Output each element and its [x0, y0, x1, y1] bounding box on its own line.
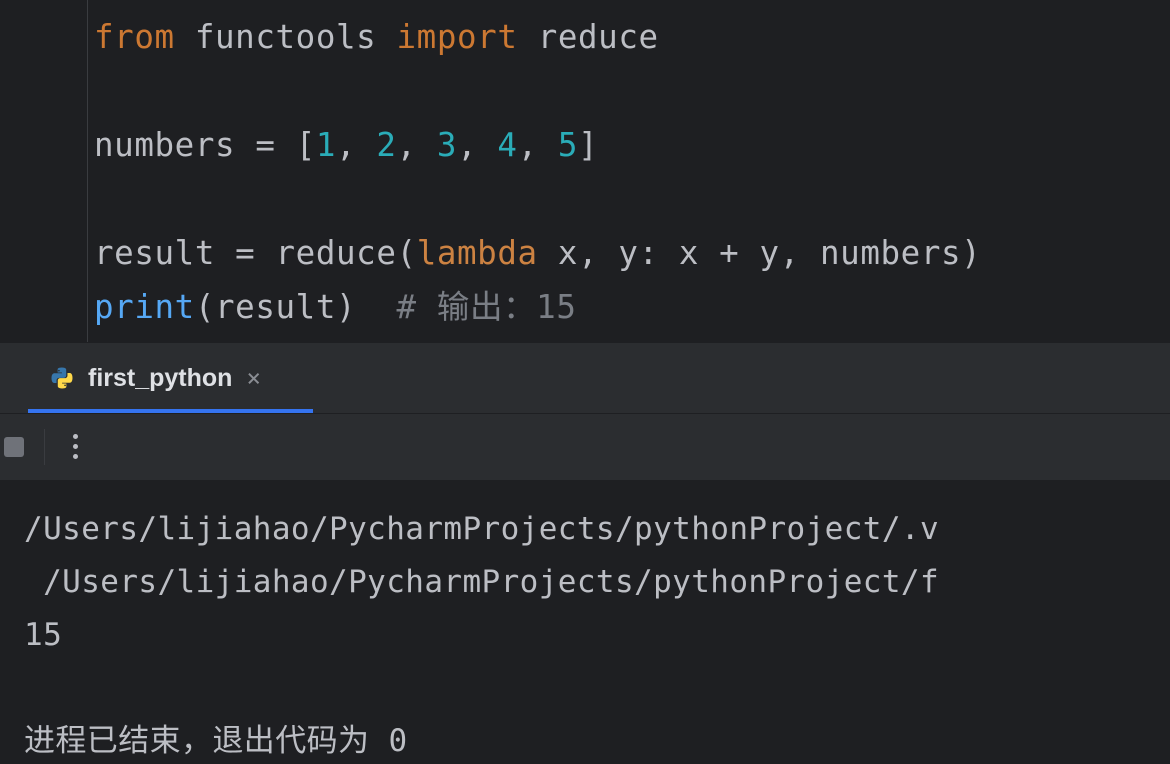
- more-icon[interactable]: [73, 434, 78, 459]
- keyword-lambda: lambda: [417, 234, 538, 272]
- bracket-close: ]: [578, 126, 598, 164]
- active-tab-underline: [28, 409, 313, 413]
- stop-icon[interactable]: [4, 437, 24, 457]
- op-eq: =: [235, 234, 255, 272]
- comma: ,: [457, 126, 477, 164]
- import-name: reduce: [538, 18, 659, 56]
- python-icon: [50, 366, 74, 390]
- call-reduce: reduce(: [276, 234, 417, 272]
- console-line: /Users/lijiahao/PycharmProjects/pythonPr…: [24, 511, 939, 547]
- lambda-body: x, y: x + y, numbers): [538, 234, 982, 272]
- toolbar-divider: [44, 429, 45, 465]
- close-icon[interactable]: ×: [246, 366, 260, 390]
- keyword-from: from: [94, 18, 175, 56]
- ide-window: from functools import reduce numbers = […: [0, 0, 1170, 764]
- keyword-import: import: [397, 18, 518, 56]
- bracket-open: [: [296, 126, 316, 164]
- editor-gutter: [0, 0, 88, 342]
- code-editor[interactable]: from functools import reduce numbers = […: [0, 0, 1170, 342]
- run-tab-label: first_python: [88, 364, 232, 393]
- num-literal: 5: [558, 126, 578, 164]
- num-literal: 4: [497, 126, 517, 164]
- console-line: /Users/lijiahao/PycharmProjects/pythonPr…: [24, 564, 939, 600]
- builtin-print: print: [94, 288, 195, 326]
- num-literal: 3: [437, 126, 457, 164]
- var-result: result: [94, 234, 215, 272]
- run-tab[interactable]: first_python ×: [50, 343, 297, 413]
- run-console[interactable]: /Users/lijiahao/PycharmProjects/pythonPr…: [0, 481, 1170, 764]
- code-content[interactable]: from functools import reduce numbers = […: [88, 0, 981, 334]
- comma: ,: [336, 126, 356, 164]
- print-arg: (result): [195, 288, 356, 326]
- module-name: functools: [195, 18, 377, 56]
- run-tabbar: first_python ×: [0, 342, 1170, 413]
- comma: ,: [397, 126, 417, 164]
- num-literal: 2: [376, 126, 396, 164]
- console-line: 进程已结束，退出代码为 0: [24, 723, 408, 759]
- op-eq: =: [255, 126, 275, 164]
- num-literal: 1: [316, 126, 336, 164]
- console-line: 15: [24, 617, 62, 653]
- var-numbers: numbers: [94, 126, 235, 164]
- comma: ,: [518, 126, 538, 164]
- run-toolbar: [0, 413, 1170, 480]
- comment: # 输出：15: [397, 288, 577, 326]
